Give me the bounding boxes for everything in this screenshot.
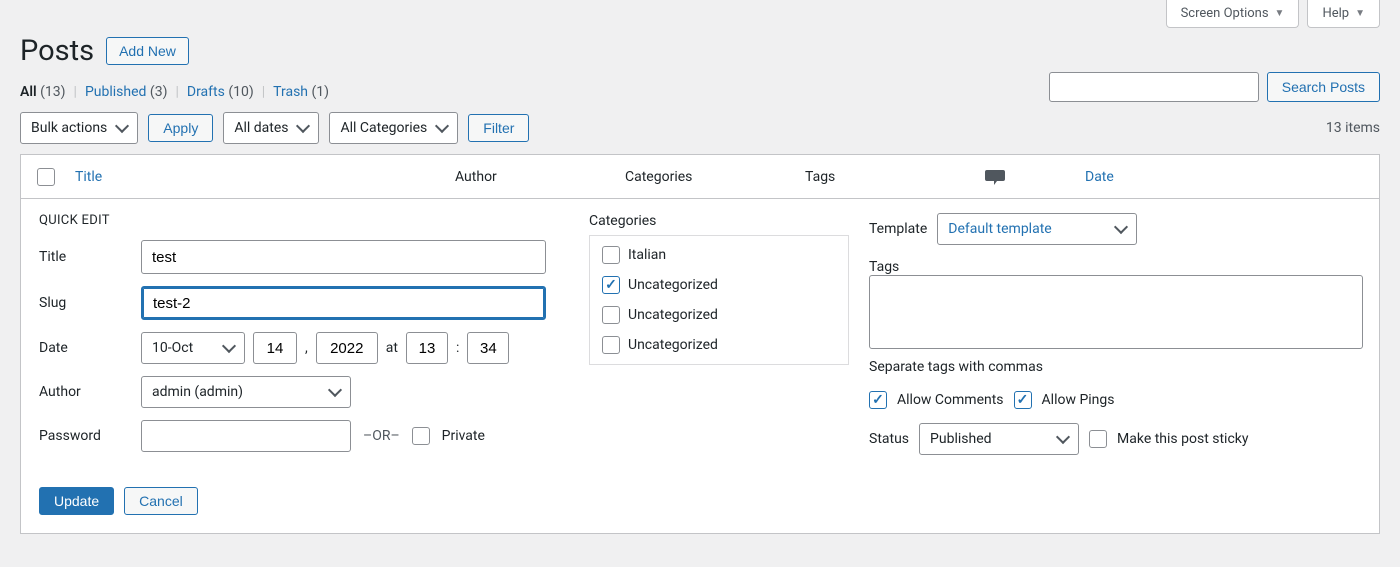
tags-input[interactable] [869,275,1363,349]
day-input[interactable] [253,332,297,364]
author-select[interactable]: admin (admin) [141,376,351,408]
at-label: at [386,340,398,356]
search-button[interactable]: Search Posts [1267,72,1380,102]
year-input[interactable] [316,332,378,364]
categories-heading: Categories [589,213,849,229]
help-tab[interactable]: Help ▼ [1307,0,1380,28]
help-label: Help [1322,6,1349,21]
hour-input[interactable] [406,332,448,364]
page-title: Posts [20,34,94,68]
title-input[interactable] [141,240,546,274]
category-item[interactable]: Uncategorized [602,336,836,354]
screen-options-tab[interactable]: Screen Options ▼ [1166,0,1300,28]
password-input[interactable] [141,420,351,452]
author-label: Author [39,384,129,400]
allow-pings-checkbox[interactable] [1014,391,1032,409]
category-checkbox[interactable] [602,306,620,324]
col-categories: Categories [621,169,801,185]
allow-comments-label: Allow Comments [897,392,1004,408]
password-label: Password [39,428,129,444]
select-all-checkbox[interactable] [37,168,55,186]
status-select[interactable]: Published [919,423,1079,455]
category-checkbox[interactable] [602,276,620,294]
allow-pings-label: Allow Pings [1042,392,1115,408]
category-label: Uncategorized [628,277,718,293]
posts-table: Title Author Categories Tags Date QUICK … [20,154,1380,534]
template-select[interactable]: Default template [937,213,1137,245]
allow-comments-checkbox[interactable] [869,391,887,409]
quick-edit-panel: QUICK EDIT Title Slug Date 10-Oct , at [21,199,1379,533]
private-label: Private [442,428,485,444]
tags-hint: Separate tags with commas [869,359,1363,375]
slug-input[interactable] [141,286,546,320]
category-checkbox[interactable] [602,336,620,354]
template-label: Template [869,221,927,237]
filter-button[interactable]: Filter [468,114,529,142]
comment-icon [985,168,1005,186]
col-tags: Tags [801,169,961,185]
minute-input[interactable] [467,332,509,364]
col-author: Author [451,169,621,185]
search-input[interactable] [1049,72,1259,102]
dates-filter-select[interactable]: All dates [223,112,319,144]
bulk-actions-select[interactable]: Bulk actions [20,112,138,144]
private-checkbox[interactable] [412,427,430,445]
filter-all[interactable]: All (13) [20,84,66,100]
category-checkbox[interactable] [602,246,620,264]
filter-trash[interactable]: Trash (1) [273,84,329,100]
date-label: Date [39,340,129,356]
quick-edit-heading: QUICK EDIT [39,213,569,228]
sticky-checkbox[interactable] [1089,430,1107,448]
table-header: Title Author Categories Tags Date [21,155,1379,199]
slug-label: Slug [39,295,129,311]
items-count: 13 items [1326,120,1380,136]
filter-drafts[interactable]: Drafts (10) [187,84,254,100]
or-label: –OR– [363,428,400,444]
screen-options-label: Screen Options [1181,6,1269,21]
update-button[interactable]: Update [39,487,114,515]
category-item[interactable]: Italian [602,246,836,264]
category-label: Uncategorized [628,337,718,353]
chevron-down-icon: ▼ [1355,8,1365,19]
category-item[interactable]: Uncategorized [602,276,836,294]
title-label: Title [39,249,129,265]
cancel-button[interactable]: Cancel [124,487,198,515]
category-item[interactable]: Uncategorized [602,306,836,324]
status-label: Status [869,431,909,447]
filter-published[interactable]: Published (3) [85,84,168,100]
categories-filter-select[interactable]: All Categories [329,112,458,144]
col-comments[interactable] [961,168,1081,186]
col-date[interactable]: Date [1081,169,1201,185]
categories-box: Italian Uncategorized Uncategorized Unca… [589,235,849,365]
chevron-down-icon: ▼ [1275,8,1285,19]
tags-label: Tags [869,259,1363,275]
category-label: Italian [628,247,666,263]
add-new-button[interactable]: Add New [106,37,189,65]
col-title[interactable]: Title [71,169,451,185]
apply-button[interactable]: Apply [148,114,213,142]
sticky-label: Make this post sticky [1117,431,1248,447]
category-label: Uncategorized [628,307,718,323]
month-select[interactable]: 10-Oct [141,332,245,364]
